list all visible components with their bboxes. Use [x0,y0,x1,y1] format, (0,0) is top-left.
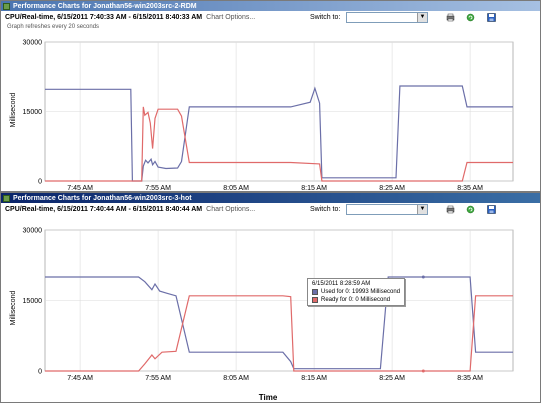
y-tick-label: 15000 [23,298,43,305]
performance-chart-window-rdm: Performance Charts for Jonathan56-win200… [0,0,541,192]
chart-tooltip: 6/15/2011 8:28:59 AM Used for 0: 19993 M… [307,278,406,306]
tooltip-ready: Ready for 0: 0 Millisecond [321,297,391,303]
window-title-bar[interactable]: Performance Charts for Jonathan56-win200… [1,1,540,11]
save-icon[interactable] [487,205,496,214]
app-icon [3,2,10,10]
chevron-down-icon[interactable]: ▼ [417,205,427,214]
chart-toolbar: CPU/Real-time, 6/15/2011 7:40:33 AM - 6/… [1,11,540,30]
window-title: Performance Charts for Jonathan56-win200… [13,2,197,10]
app-icon [3,194,10,202]
refresh-icon[interactable] [466,13,475,22]
x-tick-label: 8:35 AM [457,185,483,191]
x-tick-label: 7:55 AM [145,375,171,382]
chart-options-link[interactable]: Chart Options... [206,206,255,213]
x-axis-label: Time [259,393,278,402]
chart-options-link[interactable]: Chart Options... [206,14,255,21]
switch-to-label: Switch to: [310,206,341,213]
x-tick-label: 7:55 AM [145,185,171,191]
x-tick-label: 8:25 AM [379,375,405,382]
x-tick-label: 8:35 AM [457,375,483,382]
window-title: Performance Charts for Jonathan56-win200… [13,194,192,202]
refresh-icon[interactable] [466,205,475,214]
tooltip-time: 6/15/2011 8:28:59 AM [312,281,371,287]
switch-to-dropdown[interactable]: ▼ [346,204,428,215]
chart-toolbar: CPU/Real-time, 6/15/2011 7:40:44 AM - 6/… [1,203,540,218]
chart-time-range: CPU/Real-time, 6/15/2011 7:40:44 AM - 6/… [5,206,203,213]
y-tick-label: 15000 [23,109,43,116]
save-icon[interactable] [487,13,496,22]
x-tick-label: 8:05 AM [223,375,249,382]
used-swatch [312,289,318,295]
y-axis-label: Millisecond [10,291,17,326]
window-title-bar[interactable]: Performance Charts for Jonathan56-win200… [1,193,540,203]
print-icon[interactable] [446,13,455,22]
y-tick-label: 30000 [23,228,43,235]
hover-point [421,275,425,279]
tooltip-used: Used for 0: 19993 Millisecond [321,289,401,295]
hover-point [421,369,425,373]
y-tick-label: 30000 [23,40,43,47]
x-tick-label: 8:15 AM [301,185,327,191]
chart-time-range: CPU/Real-time, 6/15/2011 7:40:33 AM - 6/… [5,14,203,21]
switch-to-dropdown[interactable]: ▼ [346,12,428,23]
chart-caption: CPU/Real-time, 6/15/2011 7:40:33 AM - 6/… [5,14,255,21]
ready-swatch [312,297,318,303]
cpu-chart-rdm: Millisecond 30000 15000 0 7:45 AM 7:55 AM 8:0… [10,40,514,191]
print-icon[interactable] [446,205,455,214]
x-tick-label: 8:05 AM [223,185,249,191]
tooltip-used-row: Used for 0: 19993 Millisecond [312,289,400,295]
y-axis-label: Millisecond [10,93,17,128]
performance-chart-window-hot: Performance Charts for Jonathan56-win200… [0,192,541,403]
y-tick-label: 0 [38,369,42,376]
y-tick-label: 0 [38,179,42,186]
x-tick-label: 8:25 AM [379,185,405,191]
x-tick-label: 7:45 AM [67,185,93,191]
chevron-down-icon[interactable]: ▼ [417,13,427,22]
cpu-chart-hot: Millisecond Time 30000 15000 0 7:45 AM 7:55 … [10,228,514,402]
switch-to-label: Switch to: [310,14,341,21]
chart-caption: CPU/Real-time, 6/15/2011 7:40:44 AM - 6/… [5,206,255,213]
x-tick-label: 7:45 AM [67,375,93,382]
x-tick-label: 8:15 AM [301,375,327,382]
tooltip-ready-row: Ready for 0: 0 Millisecond [312,297,400,303]
